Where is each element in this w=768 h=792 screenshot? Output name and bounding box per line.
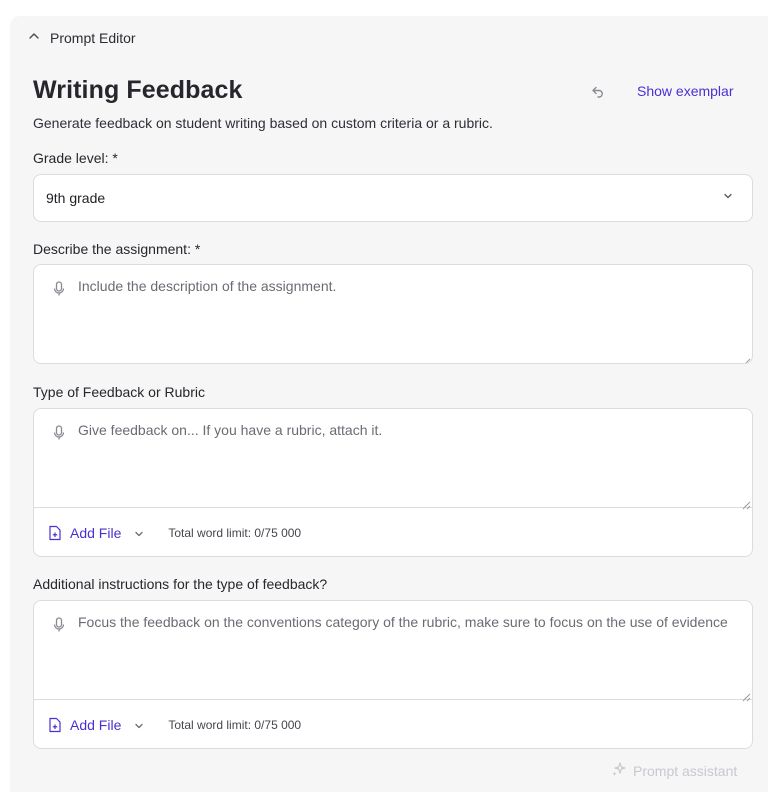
sparkle-icon: [611, 761, 627, 780]
resize-handle[interactable]: [742, 354, 751, 363]
page-title: Writing Feedback: [33, 76, 243, 104]
grade-level-value: 9th grade: [46, 190, 106, 206]
prompt-editor-toggle[interactable]: Prompt Editor: [28, 28, 136, 48]
assignment-placeholder: Include the description of the assignmen…: [78, 278, 337, 294]
word-limit: Total word limit: 0/75 000: [168, 525, 302, 540]
file-add-icon: [48, 717, 62, 733]
add-file-label: Add File: [70, 524, 122, 541]
microphone-icon[interactable]: [53, 617, 65, 633]
add-file-label: Add File: [70, 716, 122, 733]
grade-level-label: Grade level: *: [33, 150, 118, 166]
additional-instructions-label: Additional instructions for the type of …: [33, 576, 328, 592]
additional-instructions-textarea[interactable]: Focus the feedback on the conventions ca…: [34, 601, 752, 702]
add-file-button[interactable]: Add File: [48, 717, 145, 733]
additional-instructions-placeholder: Focus the feedback on the conventions ca…: [78, 614, 728, 630]
file-add-icon: [48, 525, 62, 541]
resize-handle[interactable]: [742, 497, 751, 510]
word-limit: Total word limit: 0/75 000: [168, 717, 302, 732]
feedback-type-textarea[interactable]: Give feedback on... If you have a rubric…: [34, 409, 752, 510]
feedback-type-field: Give feedback on... If you have a rubric…: [33, 408, 753, 557]
prompt-assistant-button[interactable]: Prompt assistant: [611, 761, 737, 780]
feedback-type-placeholder: Give feedback on... If you have a rubric…: [78, 422, 383, 438]
chevron-down-icon: [133, 719, 145, 731]
grade-level-select[interactable]: 9th grade: [33, 174, 753, 222]
chevron-down-icon: [722, 189, 740, 207]
microphone-icon[interactable]: [53, 425, 65, 441]
undo-icon[interactable]: [590, 84, 606, 100]
file-bar: Add File Total word limit: 0/75 000: [34, 508, 752, 556]
resize-handle[interactable]: [742, 689, 751, 702]
file-bar: Add File Total word limit: 0/75 000: [34, 700, 752, 748]
microphone-icon[interactable]: [53, 281, 65, 297]
chevron-down-icon: [133, 527, 145, 539]
feedback-type-label: Type of Feedback or Rubric: [33, 384, 205, 400]
prompt-assistant-label: Prompt assistant: [633, 762, 738, 779]
additional-instructions-field: Focus the feedback on the conventions ca…: [33, 600, 753, 749]
assignment-label: Describe the assignment: *: [33, 241, 201, 257]
page-subtitle: Generate feedback on student writing bas…: [33, 115, 493, 131]
show-exemplar-button[interactable]: Show exemplar: [637, 83, 734, 99]
assignment-textarea[interactable]: Include the description of the assignmen…: [33, 264, 753, 364]
add-file-button[interactable]: Add File: [48, 525, 145, 541]
chevron-up-icon: [28, 29, 40, 47]
panel-title: Prompt Editor: [50, 30, 136, 46]
